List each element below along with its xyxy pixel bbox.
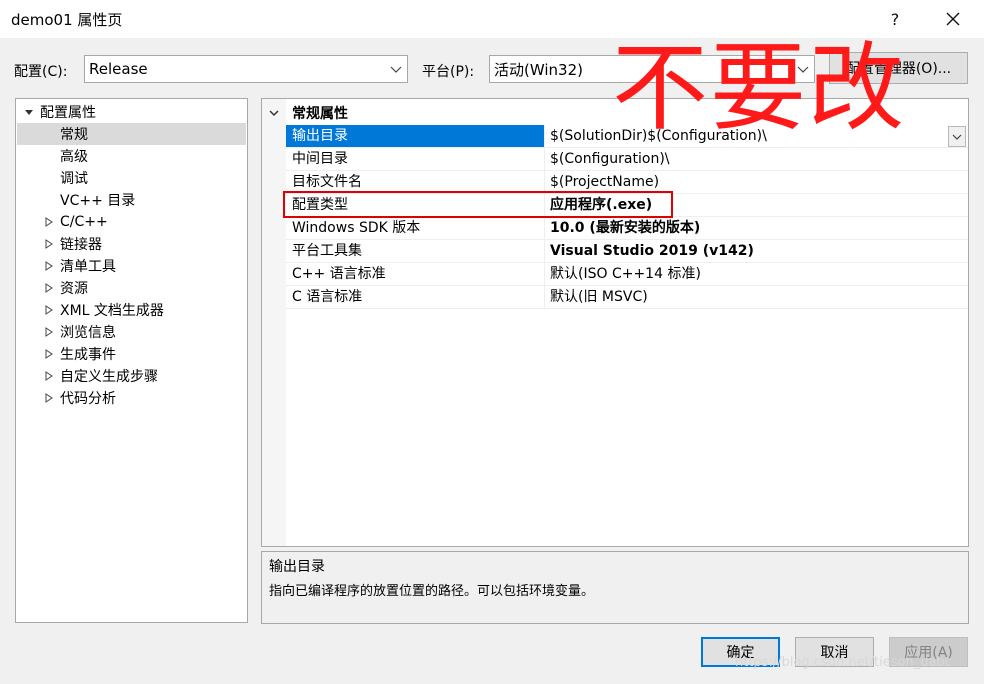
tree-group-label: 资源 <box>60 281 88 297</box>
property-name: Windows SDK 版本 <box>292 220 421 236</box>
property-value: $(ProjectName) <box>550 174 660 190</box>
collapsed-triangle-icon <box>45 349 53 359</box>
tree-group-label: 自定义生成步骤 <box>60 369 158 385</box>
column-divider <box>544 171 545 193</box>
tree-item-general[interactable]: 常规 <box>17 123 246 145</box>
description-text: 指向已编译程序的放置位置的路径。可以包括环境变量。 <box>269 584 595 599</box>
collapsed-triangle-icon <box>45 371 53 381</box>
expanded-triangle-icon <box>25 110 33 115</box>
property-name: 中间目录 <box>292 151 348 167</box>
tree-item-label: 高级 <box>60 149 88 165</box>
category-label: 常规属性 <box>292 106 348 122</box>
close-button[interactable] <box>930 0 976 38</box>
annotation-text: 不要改 <box>612 32 906 144</box>
collapsed-triangle-icon <box>45 305 53 315</box>
grid-row-windows-sdk[interactable]: Windows SDK 版本 10.0 (最新安装的版本) <box>286 217 968 240</box>
tree-group-label: XML 文档生成器 <box>60 303 164 319</box>
tree-group-resources[interactable]: 资源 <box>44 277 88 299</box>
column-divider <box>544 240 545 262</box>
property-name: C++ 语言标准 <box>292 266 386 282</box>
grid-row-intermediate-dir[interactable]: 中间目录 $(Configuration)\ <box>286 148 968 171</box>
tree-root[interactable]: 配置属性 <box>24 101 96 123</box>
config-value: Release <box>89 60 148 78</box>
grid-row-platform-toolset[interactable]: 平台工具集 Visual Studio 2019 (v142) <box>286 240 968 263</box>
value-dropdown-button[interactable] <box>948 126 966 147</box>
tree-group-label: C/C++ <box>60 214 108 230</box>
column-divider <box>544 286 545 308</box>
column-divider <box>544 217 545 239</box>
tree-item-debugging[interactable]: 调试 <box>60 167 88 189</box>
config-label: 配置(C): <box>14 64 68 80</box>
collapsed-triangle-icon <box>45 261 53 271</box>
property-value: Visual Studio 2019 (v142) <box>550 243 754 259</box>
property-name: 目标文件名 <box>292 174 362 190</box>
column-divider <box>544 263 545 285</box>
grid-gutter <box>262 99 286 546</box>
tree-item-label: 调试 <box>60 171 88 187</box>
property-value: 默认(旧 MSVC) <box>550 289 648 305</box>
chevron-down-icon <box>952 134 962 140</box>
chevron-down-icon <box>269 110 279 117</box>
platform-label: 平台(P): <box>422 64 475 80</box>
tree-item-label: 常规 <box>60 127 88 143</box>
grid-row-c-standard[interactable]: C 语言标准 默认(旧 MSVC) <box>286 286 968 309</box>
tree-group-code-analysis[interactable]: 代码分析 <box>44 387 116 409</box>
tree-group-linker[interactable]: 链接器 <box>44 233 102 255</box>
property-grid: 常规属性 输出目录 $(SolutionDir)$(Configuration)… <box>261 98 969 547</box>
property-name: C 语言标准 <box>292 289 363 305</box>
property-value: 默认(ISO C++14 标准) <box>550 266 701 282</box>
tree-group-custom-build[interactable]: 自定义生成步骤 <box>44 365 158 387</box>
collapsed-triangle-icon <box>45 239 53 249</box>
tree-item-advanced[interactable]: 高级 <box>60 145 88 167</box>
tree-group-cpp[interactable]: C/C++ <box>44 211 108 233</box>
tree-group-label: 链接器 <box>60 237 102 253</box>
column-divider <box>544 125 545 147</box>
collapsed-triangle-icon <box>45 283 53 293</box>
close-icon <box>946 12 960 26</box>
property-tree: 配置属性 常规 高级 调试 VC++ 目录 C/C++ 链接器 清单工具 资源 … <box>15 98 248 623</box>
window-title: demo01 属性页 <box>11 11 123 29</box>
category-header[interactable]: 常规属性 <box>268 102 348 124</box>
tree-group-browse-info[interactable]: 浏览信息 <box>44 321 116 343</box>
column-divider <box>544 148 545 170</box>
highlight-box <box>283 191 673 218</box>
tree-group-manifest[interactable]: 清单工具 <box>44 255 116 277</box>
config-dropdown[interactable]: Release <box>84 55 408 83</box>
tree-group-build-events[interactable]: 生成事件 <box>44 343 116 365</box>
tree-root-label: 配置属性 <box>40 105 96 121</box>
description-title: 输出目录 <box>269 559 325 575</box>
property-name: 平台工具集 <box>292 243 362 259</box>
watermark: https://blog.csdn.net/tieson_uabc <box>735 655 952 670</box>
collapsed-triangle-icon <box>45 327 53 337</box>
collapsed-triangle-icon <box>45 217 53 227</box>
property-value: $(Configuration)\ <box>550 151 670 167</box>
tree-group-label: 代码分析 <box>60 391 116 407</box>
tree-group-xml-doc[interactable]: XML 文档生成器 <box>44 299 164 321</box>
description-panel: 输出目录 指向已编译程序的放置位置的路径。可以包括环境变量。 <box>261 551 969 624</box>
tree-item-label: VC++ 目录 <box>60 193 136 209</box>
chevron-down-icon <box>390 66 402 73</box>
tree-group-label: 浏览信息 <box>60 325 116 341</box>
property-name: 输出目录 <box>292 128 348 144</box>
platform-value: 活动(Win32) <box>494 60 583 79</box>
tree-group-label: 清单工具 <box>60 259 116 275</box>
collapsed-triangle-icon <box>45 393 53 403</box>
tree-item-vc-directories[interactable]: VC++ 目录 <box>60 189 135 211</box>
tree-group-label: 生成事件 <box>60 347 116 363</box>
grid-row-cpp-standard[interactable]: C++ 语言标准 默认(ISO C++14 标准) <box>286 263 968 286</box>
property-value: 10.0 (最新安装的版本) <box>550 220 701 236</box>
